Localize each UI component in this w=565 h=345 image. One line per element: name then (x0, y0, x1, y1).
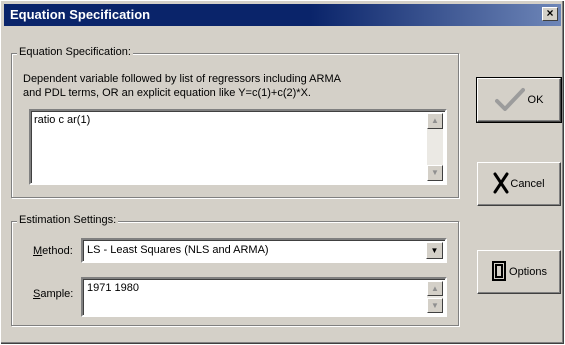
method-select[interactable]: LS - Least Squares (NLS and ARMA) ▼ (81, 238, 447, 263)
equation-input-text: ratio c ar(1) (34, 114, 91, 126)
dropdown-arrow-icon: ▼ (430, 246, 439, 255)
ok-button-label: OK (527, 94, 544, 106)
scroll-up-icon: ▲ (431, 116, 439, 125)
options-icon (491, 260, 507, 285)
estimation-group-label: Estimation Settings: (17, 214, 119, 226)
scroll-down-icon: ▼ (431, 301, 439, 310)
equation-specification-dialog: Equation Specification × Equation Specif… (0, 0, 565, 345)
equation-group-label: Equation Specification: (17, 46, 133, 58)
sample-scrollbar[interactable]: ▲ ▼ (427, 281, 443, 313)
close-icon: × (546, 6, 554, 20)
cancel-button-label: Cancel (510, 178, 545, 190)
close-button[interactable]: × (542, 7, 558, 21)
scroll-up-icon: ▲ (431, 284, 439, 293)
sample-scroll-up-button[interactable]: ▲ (427, 281, 443, 296)
scroll-up-button[interactable]: ▲ (427, 113, 443, 129)
checkmark-icon (494, 87, 525, 114)
equation-help-text-1: Dependent variable followed by list of r… (23, 73, 341, 85)
scroll-down-icon: ▼ (431, 168, 439, 177)
window-title: Equation Specification (10, 7, 151, 22)
sample-label: Sample: (33, 288, 74, 300)
ok-button[interactable]: OK (476, 77, 562, 123)
equation-input[interactable]: ratio c ar(1) ▲ ▼ (29, 109, 447, 185)
cancel-button[interactable]: Cancel (477, 162, 561, 206)
equation-scrollbar[interactable]: ▲ ▼ (427, 113, 443, 181)
method-value: LS - Least Squares (NLS and ARMA) (87, 244, 269, 256)
sample-scroll-down-button[interactable]: ▼ (427, 298, 443, 313)
options-button-label: Options (509, 266, 547, 278)
options-button[interactable]: Options (477, 250, 561, 294)
method-dropdown-button[interactable]: ▼ (426, 242, 443, 259)
sample-input[interactable]: 1971 1980 ▲ ▼ (81, 277, 447, 317)
cancel-x-icon (493, 172, 509, 197)
scroll-down-button[interactable]: ▼ (427, 165, 443, 181)
sample-value: 1971 1980 (87, 282, 139, 294)
method-label: Method: (33, 245, 73, 257)
equation-help-text-2: and PDL terms, OR an explicit equation l… (23, 87, 311, 99)
title-bar[interactable]: Equation Specification × (4, 4, 561, 26)
